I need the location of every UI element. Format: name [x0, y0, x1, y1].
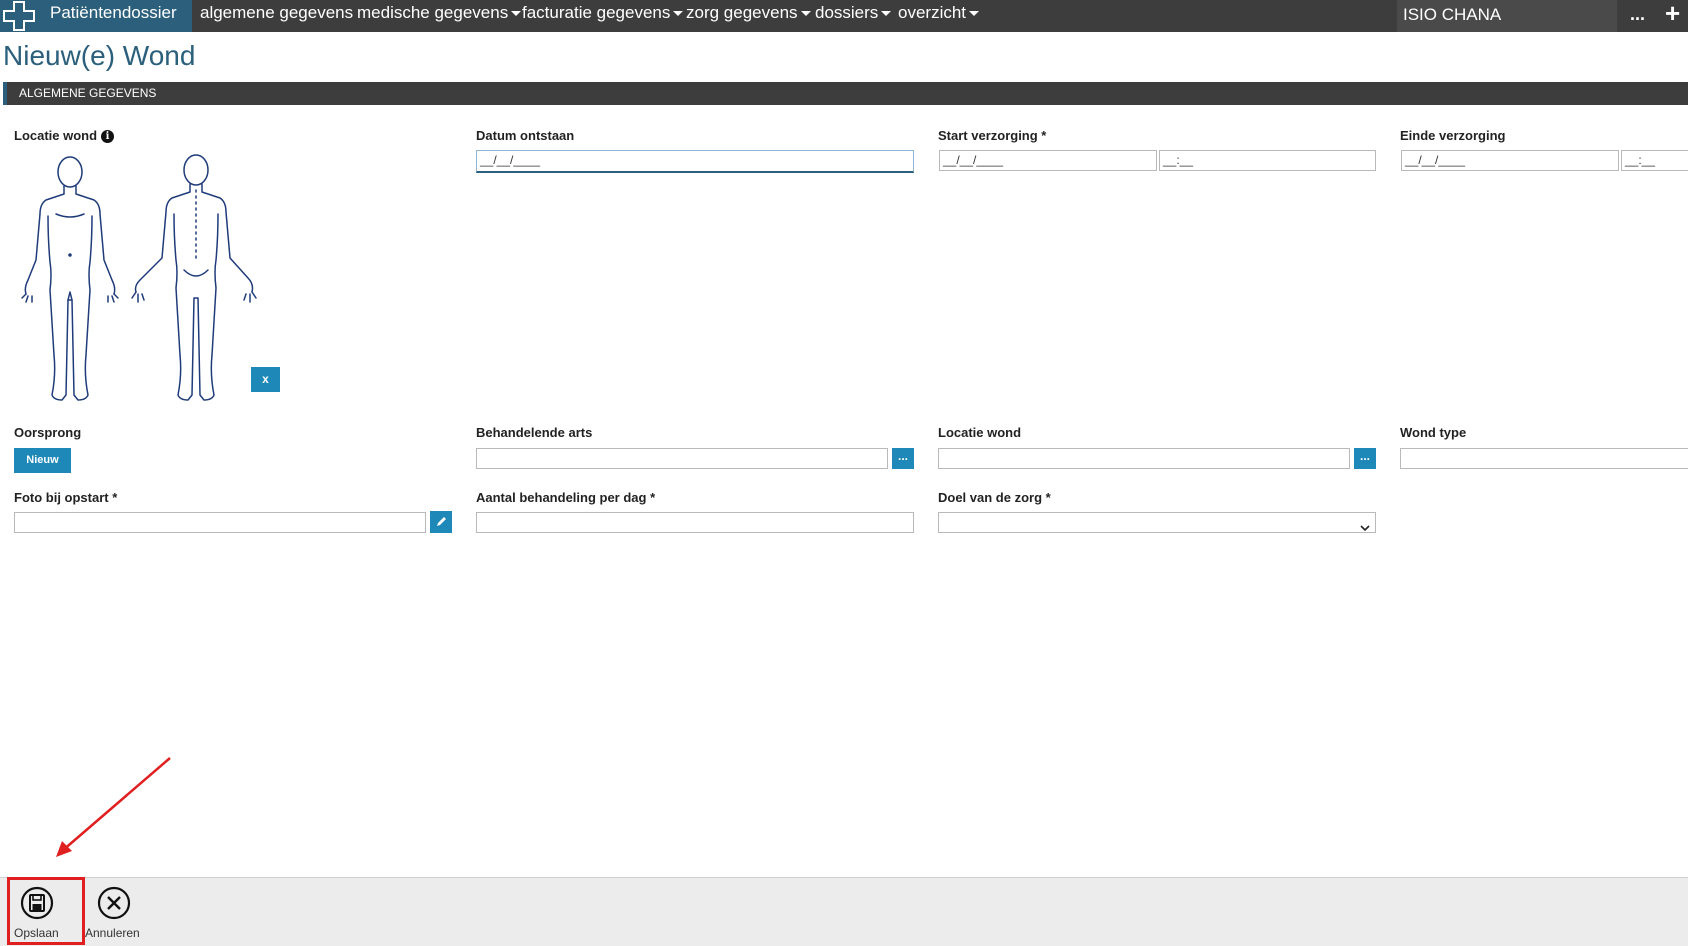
section-header: ALGEMENE GEGEVENS — [3, 82, 1688, 105]
datum-ontstaan-label: Datum ontstaan — [476, 128, 575, 143]
oorsprong-label: Oorsprong — [14, 425, 82, 440]
brand-label: Patiëntendossier — [50, 3, 177, 22]
top-navigation-bar: Patiëntendossier algemene gegevens medis… — [0, 0, 1688, 44]
annotation-highlight-box — [7, 877, 85, 945]
nav-algemene-gegevens[interactable]: algemene gegevens — [200, 0, 353, 26]
caret-down-icon — [800, 11, 811, 17]
info-icon[interactable]: i — [101, 130, 115, 144]
caret-down-icon — [969, 11, 980, 17]
nav-facturatie-gegevens[interactable]: facturatie gegevens — [522, 0, 684, 26]
behandelende-arts-label: Behandelende arts — [476, 425, 593, 440]
nav-overzicht[interactable]: overzicht — [898, 0, 980, 26]
patient-dossier-menu[interactable]: Patiëntendossier — [44, 0, 192, 44]
doel-van-de-zorg-select[interactable] — [938, 512, 1376, 533]
annotation-arrow — [50, 755, 175, 860]
cancel-label: Annuleren — [85, 926, 140, 940]
foto-bij-opstart-input[interactable] — [14, 512, 426, 533]
caret-down-icon — [673, 11, 684, 17]
behandelende-arts-lookup-button[interactable]: ... — [892, 448, 914, 469]
pencil-icon — [430, 517, 452, 536]
footer-toolbar: Opslaan Annuleren — [0, 877, 1688, 946]
locatie-wond-label: Locatie wond i — [14, 128, 115, 144]
cancel-button[interactable]: Annuleren — [84, 886, 148, 942]
wond-type-label: Wond type — [1400, 425, 1467, 440]
einde-verzorging-time-input[interactable]: __:__ — [1621, 150, 1688, 171]
start-verzorging-date-input[interactable]: __/__/____ — [939, 150, 1157, 171]
add-icon[interactable]: + — [1665, 0, 1680, 26]
einde-verzorging-label: Einde verzorging — [1400, 128, 1506, 143]
locatie-wond-field-label: Locatie wond — [938, 425, 1022, 440]
close-icon — [97, 886, 131, 925]
clear-location-button[interactable]: x — [251, 367, 280, 392]
behandelende-arts-input[interactable] — [476, 448, 888, 469]
aantal-behandeling-input[interactable] — [476, 512, 914, 533]
einde-verzorging-date-input[interactable]: __/__/____ — [1401, 150, 1619, 171]
wond-type-input[interactable] — [1400, 448, 1688, 469]
caret-down-icon — [881, 11, 892, 17]
nav-dossiers[interactable]: dossiers — [815, 0, 892, 26]
aantal-behandeling-label: Aantal behandeling per dag * — [476, 490, 656, 505]
more-menu-icon[interactable]: ... — [1630, 0, 1645, 28]
datum-ontstaan-input[interactable]: __/__/____ — [476, 150, 914, 173]
foto-bij-opstart-label: Foto bij opstart * — [14, 490, 118, 505]
start-verzorging-label: Start verzorging * — [938, 128, 1047, 143]
locatie-wond-lookup-button[interactable]: ... — [1354, 448, 1376, 469]
edit-photo-button[interactable] — [430, 511, 452, 533]
doel-van-de-zorg-label: Doel van de zorg * — [938, 490, 1051, 505]
caret-down-icon — [511, 11, 522, 17]
app-logo-icon[interactable] — [0, 0, 44, 32]
body-diagram[interactable] — [12, 150, 267, 405]
nav-medische-gegevens[interactable]: medische gegevens — [357, 0, 522, 26]
start-verzorging-time-input[interactable]: __:__ — [1159, 150, 1376, 171]
chevron-down-icon — [1360, 519, 1370, 538]
locatie-wond-input[interactable] — [938, 448, 1350, 469]
page-title: Nieuw(e) Wond — [3, 40, 196, 71]
nav-zorg-gegevens[interactable]: zorg gegevens — [686, 0, 811, 26]
user-name[interactable]: ISIO CHANA — [1397, 0, 1617, 32]
nieuw-button[interactable]: Nieuw — [14, 448, 71, 473]
